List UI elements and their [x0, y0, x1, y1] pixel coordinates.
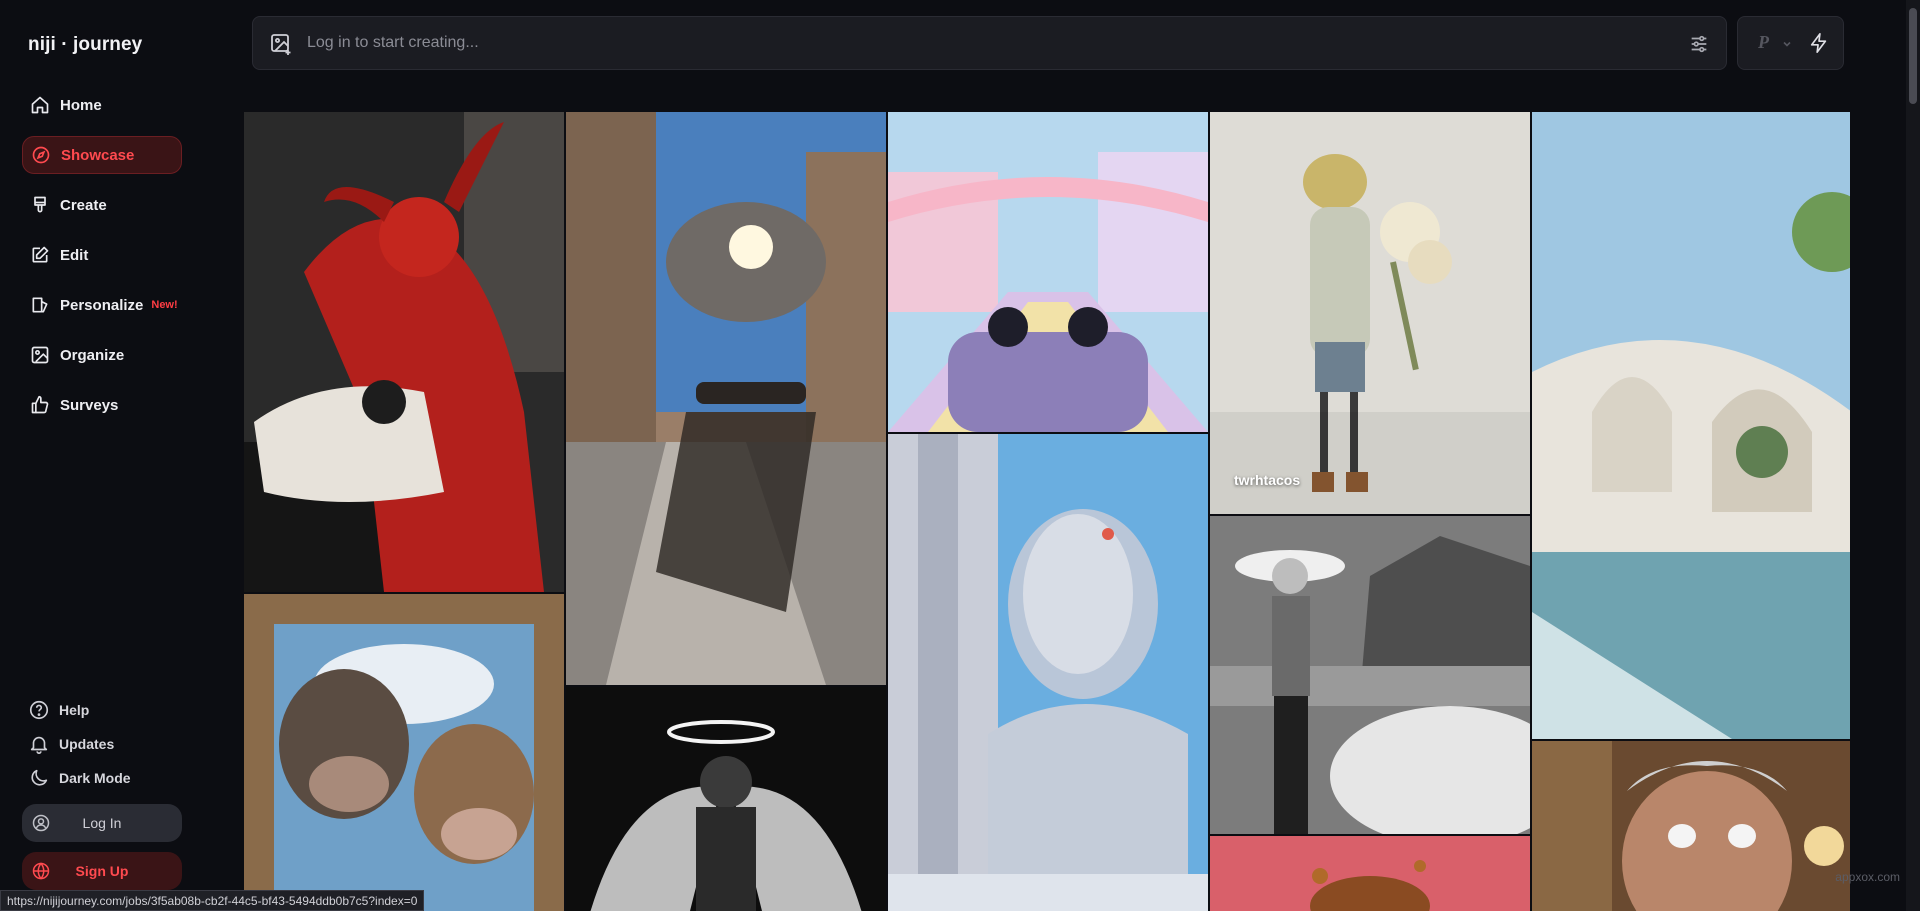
gallery-tile[interactable] [888, 112, 1208, 432]
help-label: Help [59, 702, 90, 718]
tile-username[interactable]: twrhtacos [1234, 472, 1300, 488]
brush-icon [30, 195, 50, 215]
dark-mode-label: Dark Mode [59, 770, 131, 786]
app-logo[interactable]: niji · journey [28, 34, 142, 56]
add-image-icon[interactable] [269, 32, 293, 56]
sidebar: niji · journey Home Showcase Create Edit [0, 0, 200, 911]
mode-letter[interactable]: P [1758, 32, 1769, 53]
sidebar-item-label: Surveys [60, 396, 119, 414]
food-splash-image [1210, 836, 1530, 911]
cows-image [244, 594, 564, 911]
sidebar-item-personalize[interactable]: Personalize New! [22, 286, 182, 324]
pastel-city-image [888, 112, 1208, 432]
sidebar-item-label: Showcase [61, 146, 135, 164]
compass-icon [31, 145, 51, 165]
gallery-tile[interactable] [888, 434, 1208, 911]
skateboarder-image [566, 112, 886, 685]
help-icon [28, 699, 50, 721]
personalize-icon [30, 295, 50, 315]
sidebar-item-organize[interactable]: Organize [22, 336, 182, 374]
gallery-tile[interactable] [566, 687, 886, 911]
sidebar-item-create[interactable]: Create [22, 186, 182, 224]
thumbs-up-icon [30, 395, 50, 415]
gallery-tile[interactable]: twrhtacos [1210, 112, 1530, 514]
help-link[interactable]: Help [28, 697, 188, 723]
settings-sliders-icon[interactable] [1688, 33, 1710, 55]
updates-link[interactable]: Updates [28, 731, 188, 757]
status-bar-url: https://nijijourney.com/jobs/3f5ab08b-cb… [0, 890, 425, 911]
scroll-thumb[interactable] [1909, 8, 1917, 104]
page-scrollbar[interactable] [1906, 0, 1920, 911]
signup-button[interactable]: Sign Up [22, 852, 182, 890]
sidebar-item-label: Personalize [60, 296, 144, 314]
edit-icon [30, 245, 50, 265]
showcase-gallery: twrhtacos [244, 112, 1850, 911]
bw-woman-image [1210, 516, 1530, 834]
gallery-tile[interactable] [1210, 836, 1530, 911]
home-icon [30, 95, 50, 115]
sidebar-item-label: Create [60, 196, 107, 214]
login-label: Log In [82, 815, 122, 831]
watermark: appxox.com [1835, 870, 1900, 884]
gallery-tile[interactable] [1532, 112, 1850, 739]
user-circle-icon [31, 813, 51, 833]
sidebar-item-label: Organize [60, 346, 125, 364]
chevron-down-icon[interactable] [1782, 39, 1792, 49]
sidebar-bottom-links: Help Updates Dark Mode [28, 697, 188, 799]
gallery-tile[interactable] [244, 112, 564, 592]
gallery-tile[interactable] [1532, 741, 1850, 911]
angel-image [566, 687, 886, 911]
sidebar-item-home[interactable]: Home [22, 86, 182, 124]
robot-statue-image [888, 434, 1208, 911]
white-arches-image [1532, 112, 1850, 739]
dark-mode-toggle[interactable]: Dark Mode [28, 765, 188, 791]
devil-image [244, 112, 564, 592]
sidebar-item-surveys[interactable]: Surveys [22, 386, 182, 424]
lightning-icon[interactable] [1808, 32, 1830, 54]
signup-label: Sign Up [75, 863, 129, 879]
gallery-tile[interactable] [1210, 516, 1530, 834]
sidebar-item-showcase[interactable]: Showcase [22, 136, 182, 174]
sidebar-item-edit[interactable]: Edit [22, 236, 182, 274]
sidebar-item-label: Edit [60, 246, 89, 264]
globe-icon [31, 861, 51, 881]
new-badge: New! [151, 299, 178, 311]
image-icon [30, 345, 50, 365]
gallery-tile[interactable] [244, 594, 564, 911]
prompt-bar [252, 16, 1727, 70]
gallery-tile[interactable] [566, 112, 886, 685]
prompt-input[interactable] [307, 27, 1607, 59]
flower-girl-image [1210, 112, 1530, 514]
login-button[interactable]: Log In [22, 804, 182, 842]
bell-icon [28, 733, 50, 755]
sidebar-item-label: Home [60, 96, 102, 114]
old-man-caricature-image [1532, 741, 1850, 911]
mode-controls: P [1737, 16, 1844, 70]
main-nav: Home Showcase Create Edit Personalize Ne… [22, 86, 182, 436]
moon-icon [28, 767, 50, 789]
updates-label: Updates [59, 736, 115, 752]
